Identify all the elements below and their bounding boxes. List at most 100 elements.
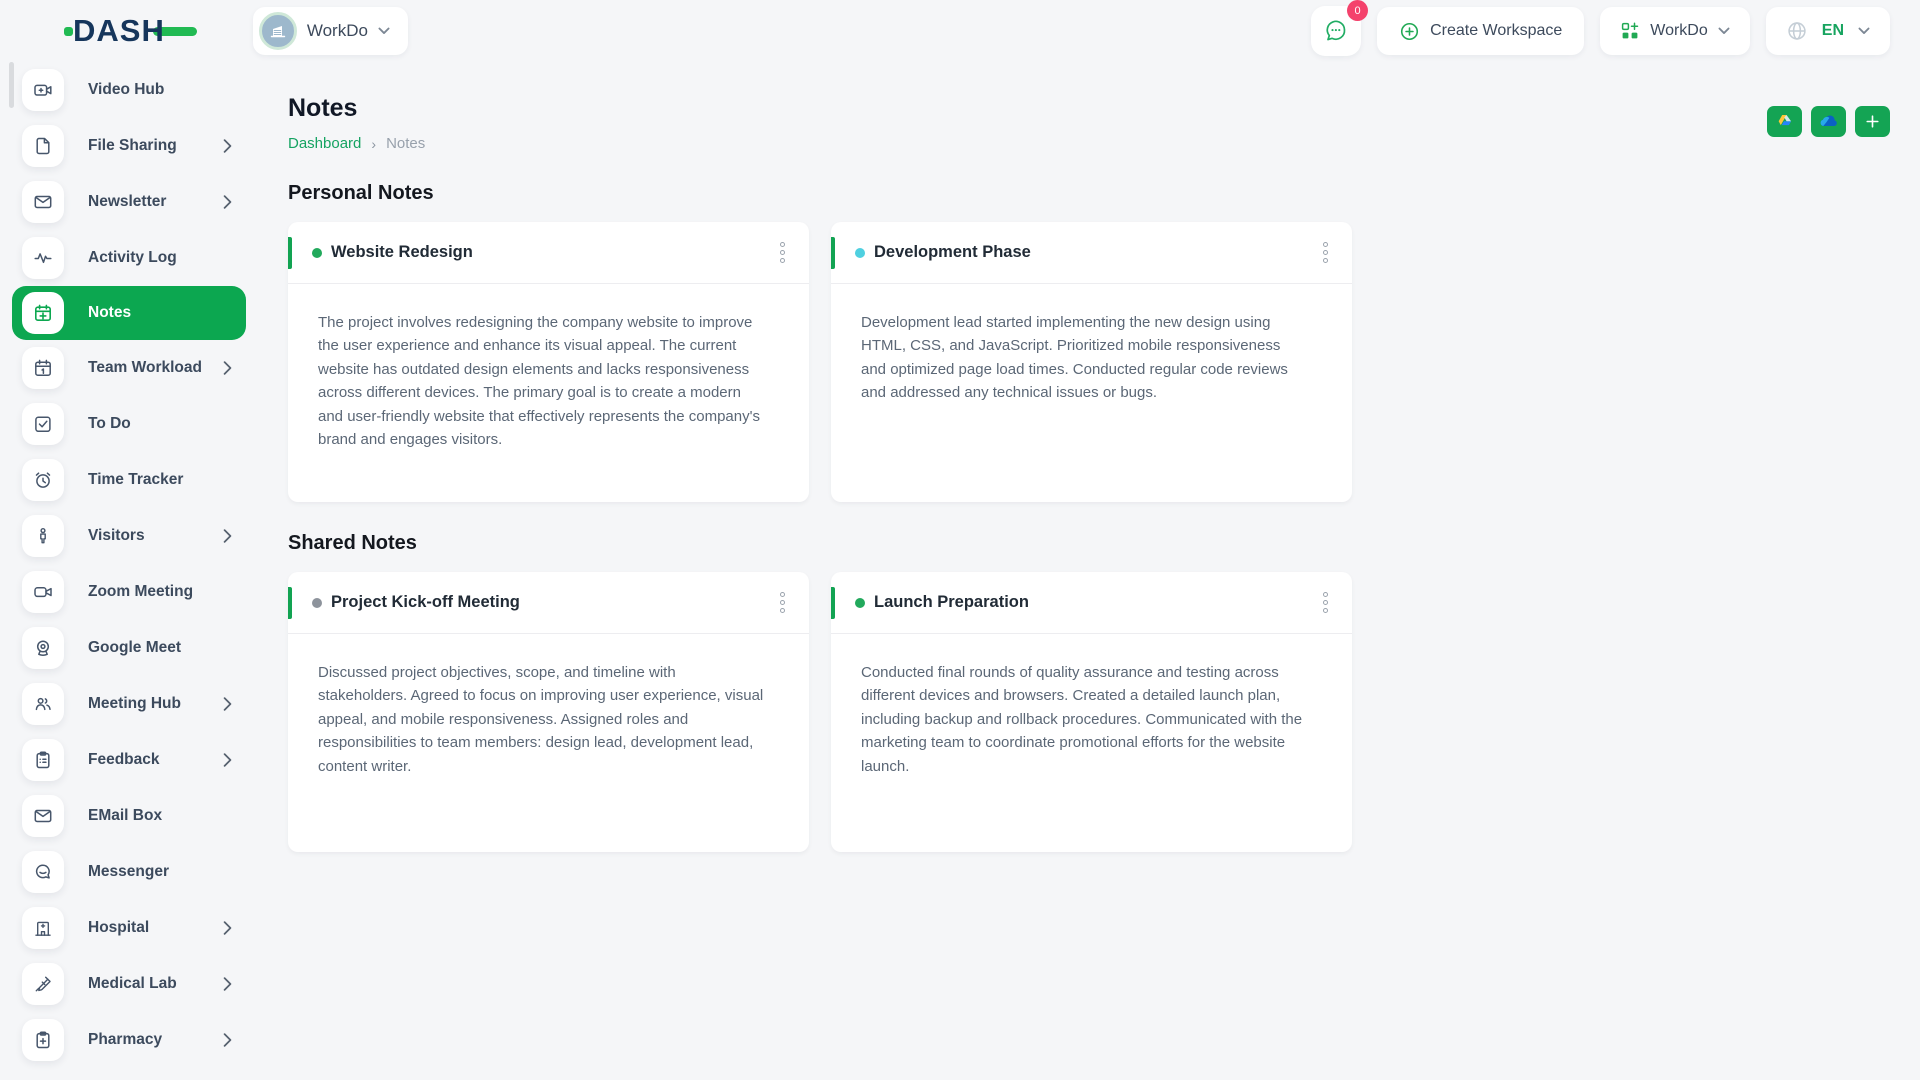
section-heading-shared: Shared Notes — [288, 532, 1890, 555]
chevron-down-icon — [1858, 27, 1870, 35]
shared-notes-cards: Project Kick-off Meeting Discussed proje… — [288, 572, 1890, 852]
chevron-right-icon — [223, 195, 232, 209]
main-content: Notes Dashboard › Notes — [288, 62, 1890, 852]
note-card-header: Website Redesign — [288, 222, 809, 284]
sidebar-item-label: Newsletter — [88, 193, 166, 211]
sidebar-item-video-hub[interactable]: Video Hub — [0, 62, 250, 118]
sidebar-item-email-box[interactable]: EMail Box — [0, 788, 250, 844]
sidebar-item-visitors[interactable]: Visitors — [0, 508, 250, 564]
breadcrumb-dashboard-link[interactable]: Dashboard — [288, 135, 361, 152]
chevron-right-icon — [223, 1033, 232, 1047]
sidebar-item-zoom-meeting[interactable]: Zoom Meeting — [0, 564, 250, 620]
sidebar-item-team-workload[interactable]: Team Workload — [0, 340, 250, 396]
hospital-icon — [22, 907, 64, 949]
calendar-icon — [22, 347, 64, 389]
messages-button[interactable]: 0 — [1311, 6, 1361, 56]
create-workspace-button[interactable]: Create Workspace — [1377, 7, 1584, 55]
card-accent-bar — [831, 237, 835, 269]
note-options-button[interactable] — [1319, 586, 1332, 619]
personal-notes-cards: Website Redesign The project involves re… — [288, 222, 1890, 502]
sidebar-item-label: Activity Log — [88, 249, 177, 267]
sidebar-item-medical-lab[interactable]: Medical Lab — [0, 956, 250, 1012]
google-drive-button[interactable] — [1767, 106, 1802, 137]
workspace-switcher[interactable]: WorkDo — [253, 7, 408, 55]
clipboard-icon — [22, 739, 64, 781]
building-icon — [268, 21, 288, 41]
workspace-grid-plus-icon — [1620, 21, 1640, 41]
messages-badge: 0 — [1347, 0, 1368, 21]
onedrive-button[interactable] — [1811, 106, 1846, 137]
note-title: Project Kick-off Meeting — [331, 593, 520, 612]
sidebar-item-label: Messenger — [88, 863, 169, 881]
note-title: Development Phase — [874, 243, 1031, 262]
page-header: Notes Dashboard › Notes — [288, 94, 1890, 152]
sidebar-item-label: To Do — [88, 415, 131, 433]
note-body: Development lead started implementing th… — [831, 284, 1352, 405]
status-dot — [312, 598, 322, 608]
plus-circle-icon — [1399, 21, 1420, 42]
chevron-right-icon — [223, 977, 232, 991]
person-icon — [22, 515, 64, 557]
sidebar-item-file-sharing[interactable]: File Sharing — [0, 118, 250, 174]
sidebar-item-pharmacy[interactable]: Pharmacy — [0, 1012, 250, 1068]
sidebar-item-label: Medical Lab — [88, 975, 177, 993]
status-dot — [855, 248, 865, 258]
sidebar-item-time-tracker[interactable]: Time Tracker — [0, 452, 250, 508]
section-heading-personal: Personal Notes — [288, 182, 1890, 205]
note-options-button[interactable] — [776, 586, 789, 619]
note-options-button[interactable] — [1319, 236, 1332, 269]
video-camera-icon — [22, 571, 64, 613]
dash-logo[interactable]: DASH — [64, 13, 197, 49]
onedrive-icon — [1818, 111, 1839, 132]
sidebar-item-newsletter[interactable]: Newsletter — [0, 174, 250, 230]
sidebar-item-messenger[interactable]: Messenger — [0, 844, 250, 900]
sidebar-item-label: EMail Box — [88, 807, 162, 825]
syringe-icon — [22, 963, 64, 1005]
chevron-right-icon — [223, 529, 232, 543]
page-title: Notes — [288, 94, 425, 123]
sidebar-item-activity-log[interactable]: Activity Log — [0, 230, 250, 286]
webcam-icon — [22, 627, 64, 669]
language-switcher[interactable]: EN — [1766, 7, 1890, 55]
breadcrumb: Dashboard › Notes — [288, 135, 425, 152]
note-card-header: Development Phase — [831, 222, 1352, 284]
note-calendar-icon — [22, 292, 64, 334]
logo-dot-icon — [64, 27, 73, 36]
note-title: Launch Preparation — [874, 593, 1029, 612]
sidebar-item-label: Hospital — [88, 919, 149, 937]
sidebar-item-to-do[interactable]: To Do — [0, 396, 250, 452]
note-body: Conducted final rounds of quality assura… — [831, 634, 1352, 778]
chat-bubble-dots-icon — [1323, 18, 1349, 44]
sidebar-item-google-meet[interactable]: Google Meet — [0, 620, 250, 676]
workspace-menu-label: WorkDo — [1650, 22, 1708, 40]
sidebar-item-feedback[interactable]: Feedback — [0, 732, 250, 788]
chevron-down-icon — [378, 27, 390, 35]
top-header: DASH WorkDo 0 — [0, 0, 1920, 62]
sidebar-item-label: Pharmacy — [88, 1031, 162, 1049]
sidebar-item-meeting-hub[interactable]: Meeting Hub — [0, 676, 250, 732]
sidebar-item-label: File Sharing — [88, 137, 177, 155]
status-dot — [312, 248, 322, 258]
note-card-website-redesign: Website Redesign The project involves re… — [288, 222, 809, 502]
chevron-right-icon — [223, 361, 232, 375]
clipboard-plus-icon — [22, 1019, 64, 1061]
envelope-icon — [22, 795, 64, 837]
sidebar-item-notes[interactable]: Notes — [12, 286, 246, 340]
sidebar-item-hospital[interactable]: Hospital — [0, 900, 250, 956]
users-icon — [22, 683, 64, 725]
create-workspace-label: Create Workspace — [1430, 22, 1562, 40]
note-body: Discussed project objectives, scope, and… — [288, 634, 809, 778]
add-note-button[interactable] — [1855, 106, 1890, 137]
language-code: EN — [1822, 22, 1844, 40]
note-body: The project involves redesigning the com… — [288, 284, 809, 451]
note-card-development-phase: Development Phase Development lead start… — [831, 222, 1352, 502]
plus-icon — [1864, 113, 1881, 130]
note-card-launch-preparation: Launch Preparation Conducted final round… — [831, 572, 1352, 852]
workspace-menu-button[interactable]: WorkDo — [1600, 7, 1750, 55]
note-options-button[interactable] — [776, 236, 789, 269]
check-square-icon — [22, 403, 64, 445]
sidebar-nav: Video Hub File Sharing Newsletter — [0, 62, 250, 1068]
card-accent-bar — [831, 587, 835, 619]
sidebar-item-label: Google Meet — [88, 639, 181, 657]
globe-icon — [1786, 20, 1808, 42]
